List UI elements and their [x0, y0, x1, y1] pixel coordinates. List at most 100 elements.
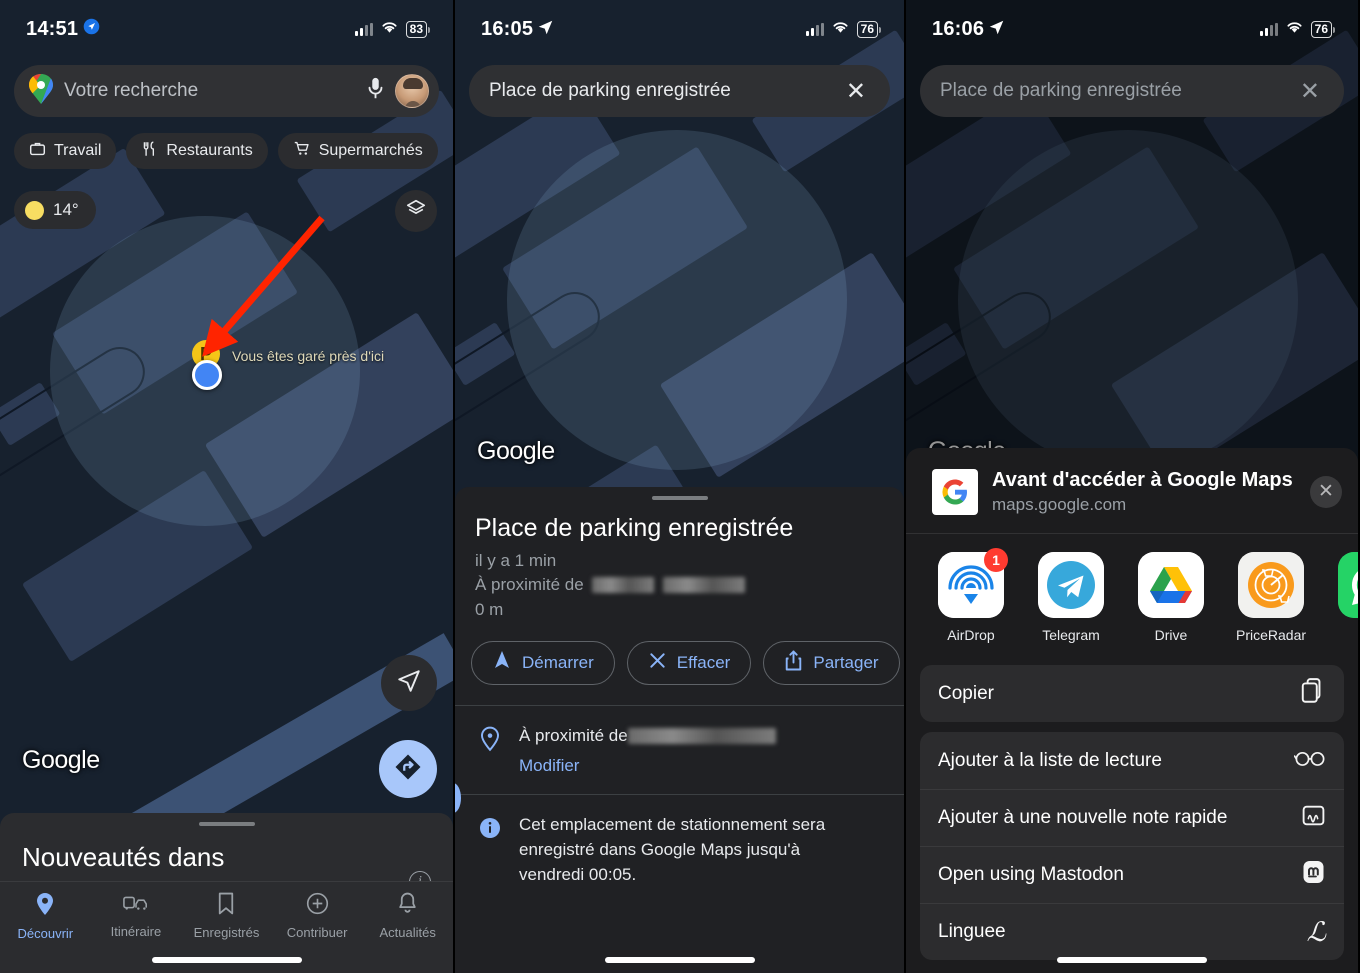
bookmark-icon	[216, 892, 236, 920]
briefcase-icon	[29, 140, 46, 162]
tab-contribuer[interactable]: Contribuer	[272, 892, 363, 940]
panel-share-sheet: Google 16:06 76 Place de parking enregis…	[906, 0, 1358, 973]
home-indicator[interactable]	[604, 957, 755, 963]
clear-button[interactable]: Effacer	[626, 640, 752, 685]
directions-icon	[393, 752, 423, 787]
search-input[interactable]: Votre recherche	[64, 80, 356, 102]
bell-icon	[397, 892, 418, 920]
share-app-row[interactable]: 1 AirDrop Telegram Drive PriceRadar	[906, 534, 1358, 655]
close-icon[interactable]: ✕	[842, 77, 870, 106]
home-indicator[interactable]	[151, 957, 302, 963]
ios-share-sheet[interactable]: Avant d'accéder à Google Maps maps.googl…	[906, 448, 1358, 973]
user-location-dot	[192, 360, 222, 390]
button-label: Démarrer	[522, 652, 594, 672]
share-target-airdrop[interactable]: 1 AirDrop	[932, 548, 1010, 643]
fork-knife-icon	[141, 140, 158, 163]
sheet-subtext: il y a 1 min À proximité de 0 m	[455, 549, 904, 623]
priceradar-icon	[1238, 552, 1304, 618]
tab-decouvrir[interactable]: Découvrir	[0, 892, 91, 941]
battery-indicator: 76	[856, 20, 882, 38]
share-button[interactable]: Partager	[763, 640, 900, 685]
status-time: 14:51	[26, 17, 79, 40]
microphone-icon[interactable]	[366, 77, 385, 106]
action-linguee[interactable]: Linguee ℒ	[920, 903, 1344, 960]
wifi-icon	[1285, 20, 1304, 39]
share-actions-secondary: Ajouter à la liste de lecture Ajouter à …	[920, 732, 1344, 960]
chip-label: Supermarchés	[318, 142, 423, 159]
location-arrow-icon	[83, 18, 100, 41]
action-quick-note[interactable]: Ajouter à une nouvelle note rapide	[920, 789, 1344, 846]
home-indicator[interactable]	[1057, 957, 1207, 963]
app-label: PriceRadar	[1235, 627, 1307, 643]
app-label: Drive	[1154, 627, 1188, 643]
share-sheet-header: Avant d'accéder à Google Maps maps.googl…	[906, 448, 1358, 533]
action-label: Ajouter à une nouvelle note rapide	[938, 807, 1228, 828]
directions-button[interactable]	[379, 740, 437, 798]
sheet-title: Place de parking enregistrée	[475, 514, 794, 542]
layers-button[interactable]	[395, 190, 437, 232]
linguee-icon: ℒ	[1306, 916, 1326, 947]
tab-actualites[interactable]: Actualités	[362, 892, 453, 940]
nearby-row[interactable]: À proximité de Modifier	[455, 706, 904, 795]
google-drive-icon	[1138, 552, 1204, 618]
search-bar-2[interactable]: Place de parking enregistrée ✕	[469, 65, 890, 117]
button-label: Partager	[813, 652, 879, 672]
redacted-address	[627, 727, 776, 744]
tab-itineraire[interactable]: Itinéraire	[91, 892, 182, 939]
tab-enregistres[interactable]: Enregistrés	[181, 892, 272, 940]
search-input[interactable]: Place de parking enregistrée	[940, 80, 1286, 102]
weather-widget[interactable]: 14°	[14, 191, 96, 229]
status-time: 16:05	[481, 17, 534, 40]
category-chips: Travail Restaurants Supermarchés	[14, 133, 438, 169]
share-target-drive[interactable]: Drive	[1132, 552, 1210, 643]
action-mastodon[interactable]: Open using Mastodon	[920, 846, 1344, 903]
tab-label: Contribuer	[286, 925, 348, 940]
parking-marker-1[interactable]: P Vous êtes garé près d'ici	[192, 340, 384, 392]
google-maps-pin-icon	[28, 73, 54, 109]
close-icon[interactable]: ✕	[1296, 77, 1324, 106]
start-button[interactable]: Démarrer	[471, 640, 615, 685]
shopping-cart-icon	[293, 140, 311, 162]
action-label: Linguee	[938, 921, 1006, 942]
close-icon[interactable]: ✕	[1310, 475, 1342, 508]
battery-indicator: 83	[405, 20, 431, 38]
sheet-title: Nouveautés dans	[22, 842, 225, 872]
status-time: 16:06	[932, 17, 985, 40]
cellular-signal-icon	[1259, 22, 1278, 36]
share-target-whatsapp[interactable]: Wh	[1332, 552, 1358, 643]
modify-link[interactable]: Modifier	[519, 756, 776, 776]
quick-note-icon	[1301, 803, 1326, 834]
action-label: Copier	[938, 682, 994, 704]
redacted-address	[592, 577, 655, 594]
plus-circle-icon	[306, 892, 329, 920]
chip-restaurants[interactable]: Restaurants	[126, 133, 268, 169]
share-title: Avant d'accéder à Google Maps	[992, 469, 1293, 491]
action-reading-list[interactable]: Ajouter à la liste de lecture	[920, 732, 1344, 789]
cellular-signal-icon	[354, 22, 373, 36]
glasses-icon	[1293, 748, 1326, 774]
time-ago: il y a 1 min	[475, 550, 557, 570]
chip-supermarches[interactable]: Supermarchés	[277, 133, 438, 169]
search-bar-3[interactable]: Place de parking enregistrée ✕	[920, 65, 1344, 117]
tab-label: Actualités	[379, 925, 436, 940]
recenter-button[interactable]	[381, 655, 437, 711]
weather-temperature: 14°	[53, 200, 79, 219]
chip-travail[interactable]: Travail	[14, 133, 117, 169]
telegram-icon	[1038, 552, 1104, 618]
action-button-row: Démarrer Effacer Partager	[455, 623, 904, 685]
action-label: Open using Mastodon	[938, 864, 1124, 885]
location-pin-icon	[479, 724, 501, 777]
chip-label: Restaurants	[166, 142, 253, 159]
notification-badge: 1	[984, 548, 1008, 572]
info-text: Cet emplacement de stationnement sera en…	[519, 815, 826, 884]
search-bar-1[interactable]: Votre recherche	[14, 65, 439, 117]
search-input[interactable]: Place de parking enregistrée	[489, 80, 832, 102]
tab-label: Découvrir	[17, 926, 74, 941]
near-label: À proximité de	[519, 725, 628, 745]
bottom-sheet-2[interactable]: Place de parking enregistrée il y a 1 mi…	[455, 487, 904, 973]
share-target-telegram[interactable]: Telegram	[1032, 552, 1110, 643]
pin-icon	[34, 892, 56, 921]
action-copier[interactable]: Copier	[920, 665, 1344, 722]
share-target-priceradar[interactable]: PriceRadar	[1232, 552, 1310, 643]
avatar[interactable]	[395, 74, 429, 108]
